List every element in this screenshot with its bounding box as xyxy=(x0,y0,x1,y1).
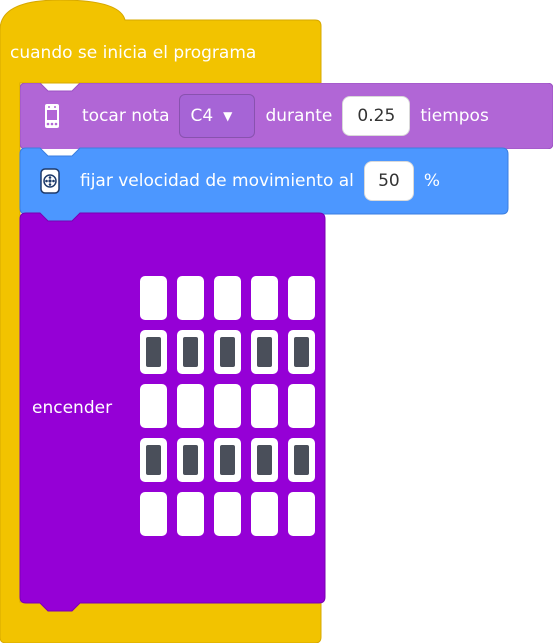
led-4-4[interactable] xyxy=(288,492,315,536)
led-3-1[interactable] xyxy=(177,438,204,482)
motor-icon xyxy=(38,168,62,194)
led-3-2[interactable] xyxy=(214,438,241,482)
led-3-0[interactable] xyxy=(140,438,167,482)
led-2-0[interactable] xyxy=(140,384,167,428)
led-matrix[interactable] xyxy=(140,276,316,542)
led-0-2[interactable] xyxy=(214,276,241,320)
led-2-1[interactable] xyxy=(177,384,204,428)
led-1-1[interactable] xyxy=(177,330,204,374)
chevron-down-icon: ▼ xyxy=(223,109,233,123)
note-value: C4 xyxy=(190,106,214,126)
beats-input[interactable]: 0.25 xyxy=(342,96,411,136)
play-note-block[interactable]: tocar nota C4 ▼ durante 0.25 tiempos xyxy=(20,83,553,149)
led-3-4[interactable] xyxy=(288,438,315,482)
led-2-4[interactable] xyxy=(288,384,315,428)
play-note-label: tocar nota xyxy=(82,106,170,126)
led-0-0[interactable] xyxy=(140,276,167,320)
percent-label: % xyxy=(423,171,441,191)
led-0-1[interactable] xyxy=(177,276,204,320)
led-2-2[interactable] xyxy=(214,384,241,428)
light-up-label: encender xyxy=(32,398,113,418)
during-label: durante xyxy=(265,106,333,126)
led-3-3[interactable] xyxy=(251,438,278,482)
microbit-icon xyxy=(40,104,64,128)
led-4-0[interactable] xyxy=(140,492,167,536)
led-4-3[interactable] xyxy=(251,492,278,536)
set-speed-label: fijar velocidad de movimiento al xyxy=(80,171,354,191)
led-0-4[interactable] xyxy=(288,276,315,320)
led-1-0[interactable] xyxy=(140,330,167,374)
led-4-2[interactable] xyxy=(214,492,241,536)
note-dropdown[interactable]: C4 ▼ xyxy=(179,94,256,138)
led-0-3[interactable] xyxy=(251,276,278,320)
led-1-3[interactable] xyxy=(251,330,278,374)
led-1-2[interactable] xyxy=(214,330,241,374)
speed-input[interactable]: 50 xyxy=(363,161,414,201)
led-1-4[interactable] xyxy=(288,330,315,374)
led-2-3[interactable] xyxy=(251,384,278,428)
hat-title: cuando se inicia el programa xyxy=(10,43,257,63)
led-4-1[interactable] xyxy=(177,492,204,536)
beats-label: tiempos xyxy=(420,106,489,126)
set-speed-block[interactable]: fijar velocidad de movimiento al 50 % xyxy=(19,147,509,223)
